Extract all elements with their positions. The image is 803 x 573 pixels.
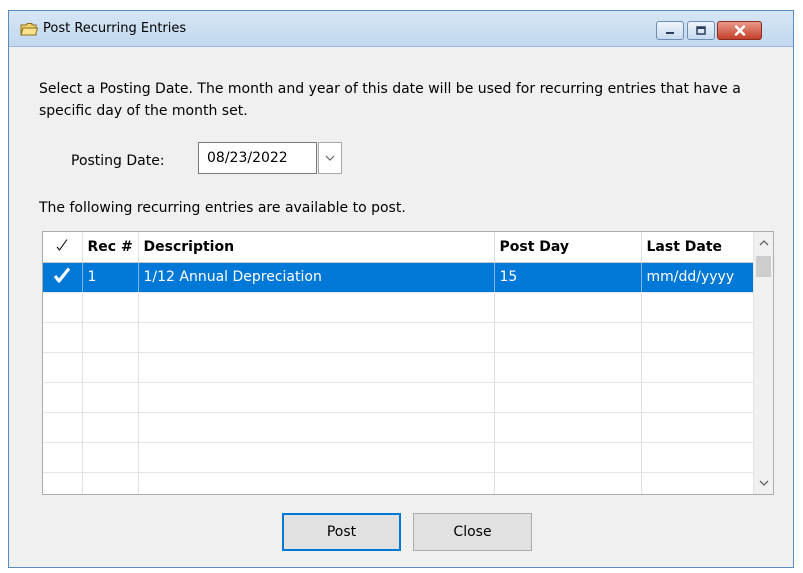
- vertical-scrollbar[interactable]: [753, 232, 773, 494]
- checkmark-icon: [56, 238, 68, 251]
- posting-date-field[interactable]: 08/23/2022: [198, 142, 317, 174]
- folder-icon: [20, 23, 38, 36]
- maximize-icon: [696, 26, 706, 35]
- window-title: Post Recurring Entries: [43, 21, 187, 36]
- table-row-empty[interactable]: [43, 382, 755, 413]
- title-bar[interactable]: Post Recurring Entries: [9, 11, 793, 47]
- chevron-up-icon: [759, 240, 768, 246]
- recurring-entries-grid[interactable]: Rec # Description Post Day Last Date 1 1…: [42, 231, 774, 495]
- scroll-down-button[interactable]: [754, 476, 773, 490]
- row-post-day: 15: [494, 262, 642, 293]
- minimize-button[interactable]: [656, 21, 684, 40]
- minimize-icon: [666, 31, 674, 34]
- posting-date-label: Posting Date:: [71, 153, 165, 169]
- instruction-text: Select a Posting Date. The month and yea…: [39, 81, 741, 119]
- table-row-empty[interactable]: [43, 472, 755, 494]
- table-row-empty[interactable]: [43, 352, 755, 383]
- post-button[interactable]: Post: [282, 513, 401, 551]
- close-button[interactable]: Close: [413, 513, 532, 551]
- entries-table: Rec # Description Post Day Last Date 1 1…: [43, 232, 755, 494]
- table-row-empty[interactable]: [43, 442, 755, 473]
- table-row-empty[interactable]: [43, 322, 755, 353]
- column-header-description[interactable]: Description: [138, 232, 495, 263]
- column-header-last-date[interactable]: Last Date: [641, 232, 755, 263]
- row-check-cell[interactable]: [43, 262, 83, 293]
- column-header-post-day[interactable]: Post Day: [494, 232, 642, 263]
- table-row-empty[interactable]: [43, 292, 755, 323]
- column-header-check[interactable]: [43, 232, 83, 263]
- chevron-down-icon: [759, 480, 768, 486]
- table-header-row: Rec # Description Post Day Last Date: [43, 232, 755, 263]
- post-recurring-entries-window: Post Recurring Entries Select a Posting …: [8, 10, 794, 568]
- row-last-date: mm/dd/yyyy: [641, 262, 755, 293]
- table-row-empty[interactable]: [43, 412, 755, 443]
- scrollbar-thumb[interactable]: [756, 256, 771, 277]
- table-row[interactable]: 1 1/12 Annual Depreciation 15 mm/dd/yyyy: [43, 262, 755, 293]
- close-icon: [734, 25, 745, 36]
- dialog-content: Select a Posting Date. The month and yea…: [9, 47, 793, 567]
- close-window-button[interactable]: [717, 21, 762, 40]
- entries-caption: The following recurring entries are avai…: [39, 200, 406, 216]
- row-rec-number: 1: [82, 262, 139, 293]
- maximize-button[interactable]: [687, 21, 715, 40]
- scroll-up-button[interactable]: [754, 236, 773, 250]
- posting-date-dropdown-button[interactable]: [318, 142, 342, 174]
- column-header-rec[interactable]: Rec #: [82, 232, 139, 263]
- row-description: 1/12 Annual Depreciation: [138, 262, 495, 293]
- chevron-down-icon: [325, 155, 335, 161]
- checkmark-icon: [54, 267, 71, 283]
